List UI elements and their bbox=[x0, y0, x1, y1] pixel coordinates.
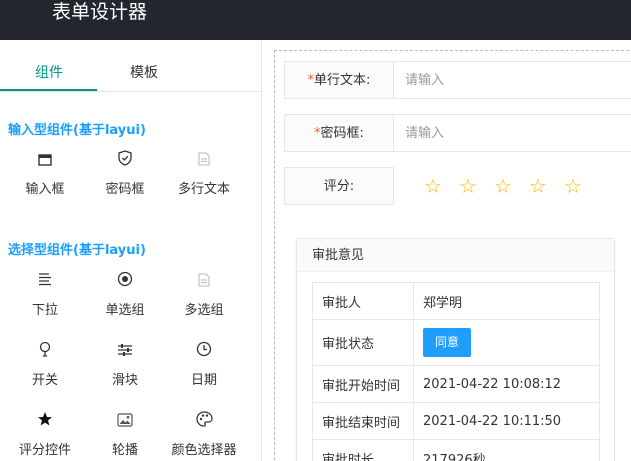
component-input-box[interactable]: 输入框 bbox=[5, 150, 85, 197]
field-label-text: 单行文本: bbox=[314, 73, 371, 88]
checkbox-icon bbox=[164, 271, 244, 293]
input-components-title: 输入型组件(基于layui) bbox=[8, 123, 146, 138]
rating-star-icon[interactable]: ☆ bbox=[459, 174, 494, 198]
agree-button[interactable]: 同意 bbox=[423, 328, 472, 357]
approval-panel: 审批意见 审批人 郑学明 审批状态 同意 审批开始时间 2021-04-22 1… bbox=[296, 238, 615, 461]
rating-star-icon[interactable]: ☆ bbox=[564, 174, 599, 198]
textarea-icon bbox=[164, 150, 244, 172]
component-rating[interactable]: 评分控件 bbox=[5, 411, 85, 458]
clock-icon bbox=[164, 341, 244, 363]
radio-icon bbox=[85, 271, 165, 293]
app-title: 表单设计器 bbox=[52, 1, 148, 23]
component-slider[interactable]: 滑块 bbox=[85, 341, 165, 388]
image-icon bbox=[85, 411, 165, 433]
component-label: 颜色选择器 bbox=[171, 443, 237, 458]
approval-table: 审批人 郑学明 审批状态 同意 审批开始时间 2021-04-22 10:08:… bbox=[312, 282, 600, 461]
approval-key: 审批结束时间 bbox=[312, 402, 414, 440]
tab-components[interactable]: 组件 bbox=[35, 62, 63, 82]
input-box-icon bbox=[5, 150, 85, 172]
table-row: 审批状态 同意 bbox=[312, 319, 600, 366]
table-row: 审批开始时间 2021-04-22 10:08:12 bbox=[312, 365, 600, 403]
field-label: *单行文本: bbox=[284, 61, 394, 99]
component-label: 下拉 bbox=[31, 303, 58, 318]
shield-icon bbox=[85, 150, 165, 172]
table-row: 审批人 郑学明 bbox=[312, 282, 600, 320]
single-line-text-input[interactable] bbox=[393, 61, 631, 99]
rating-star-icon[interactable]: ☆ bbox=[529, 174, 564, 198]
field-label: 评分: bbox=[284, 167, 394, 205]
component-color-picker[interactable]: 颜色选择器 bbox=[164, 411, 244, 458]
list-icon bbox=[5, 271, 85, 293]
app-header: 表单设计器 bbox=[0, 0, 631, 40]
slider-icon bbox=[85, 341, 165, 363]
sidebar-tabs: 组件 模板 bbox=[0, 40, 262, 92]
component-checkbox-group[interactable]: 多选组 bbox=[164, 271, 244, 318]
component-switch[interactable]: 开关 bbox=[5, 341, 85, 388]
component-radio-group[interactable]: 单选组 bbox=[85, 271, 165, 318]
component-label: 开关 bbox=[31, 373, 58, 388]
component-carousel[interactable]: 轮播 bbox=[85, 411, 165, 458]
approval-value: 同意 bbox=[413, 319, 600, 366]
password-input[interactable] bbox=[393, 114, 631, 152]
field-label-text: 密码框: bbox=[320, 126, 364, 141]
approval-value: 2021-04-22 10:08:12 bbox=[413, 365, 600, 403]
active-tab-indicator bbox=[0, 89, 97, 91]
table-row: 审批时长 217926秒 bbox=[312, 439, 600, 461]
component-textarea[interactable]: 多行文本 bbox=[164, 150, 244, 197]
star-icon bbox=[5, 411, 85, 433]
component-label: 评分控件 bbox=[18, 443, 71, 458]
approval-key: 审批状态 bbox=[312, 319, 414, 366]
field-label: *密码框: bbox=[284, 114, 394, 152]
approval-value: 郑学明 bbox=[413, 282, 600, 320]
approval-panel-title: 审批意见 bbox=[297, 239, 614, 272]
approval-key: 审批开始时间 bbox=[312, 365, 414, 403]
component-date[interactable]: 日期 bbox=[164, 341, 244, 388]
component-dropdown[interactable]: 下拉 bbox=[5, 271, 85, 318]
form-row-password: *密码框: bbox=[284, 114, 631, 152]
table-row: 审批结束时间 2021-04-22 10:11:50 bbox=[312, 402, 600, 440]
form-row-single-line-text: *单行文本: bbox=[284, 61, 631, 99]
approval-value: 2021-04-22 10:11:50 bbox=[413, 402, 600, 440]
component-label: 输入框 bbox=[25, 182, 65, 197]
form-row-rating: 评分: ☆ ☆ ☆ ☆ ☆ bbox=[284, 167, 631, 205]
component-label: 多选组 bbox=[184, 303, 224, 318]
rating-star-icon[interactable]: ☆ bbox=[494, 174, 529, 198]
palette-icon bbox=[164, 411, 244, 433]
component-label: 日期 bbox=[190, 373, 217, 388]
bulb-icon bbox=[5, 341, 85, 363]
tab-templates[interactable]: 模板 bbox=[130, 62, 158, 82]
component-label: 轮播 bbox=[111, 443, 138, 458]
approval-key: 审批时长 bbox=[312, 439, 414, 461]
select-components-title: 选择型组件(基于layui) bbox=[8, 243, 146, 258]
approval-key: 审批人 bbox=[312, 282, 414, 320]
rating-stars: ☆ ☆ ☆ ☆ ☆ bbox=[424, 167, 599, 205]
component-label: 单选组 bbox=[105, 303, 145, 318]
approval-value: 217926秒 bbox=[413, 439, 600, 461]
component-label: 密码框 bbox=[105, 182, 145, 197]
component-label: 多行文本 bbox=[177, 182, 230, 197]
rating-star-icon[interactable]: ☆ bbox=[424, 174, 459, 198]
component-label: 滑块 bbox=[111, 373, 138, 388]
component-password[interactable]: 密码框 bbox=[85, 150, 165, 197]
component-sidebar: 组件 模板 输入型组件(基于layui) 输入框 密码框 多行文本 选择型组件(… bbox=[0, 40, 262, 461]
